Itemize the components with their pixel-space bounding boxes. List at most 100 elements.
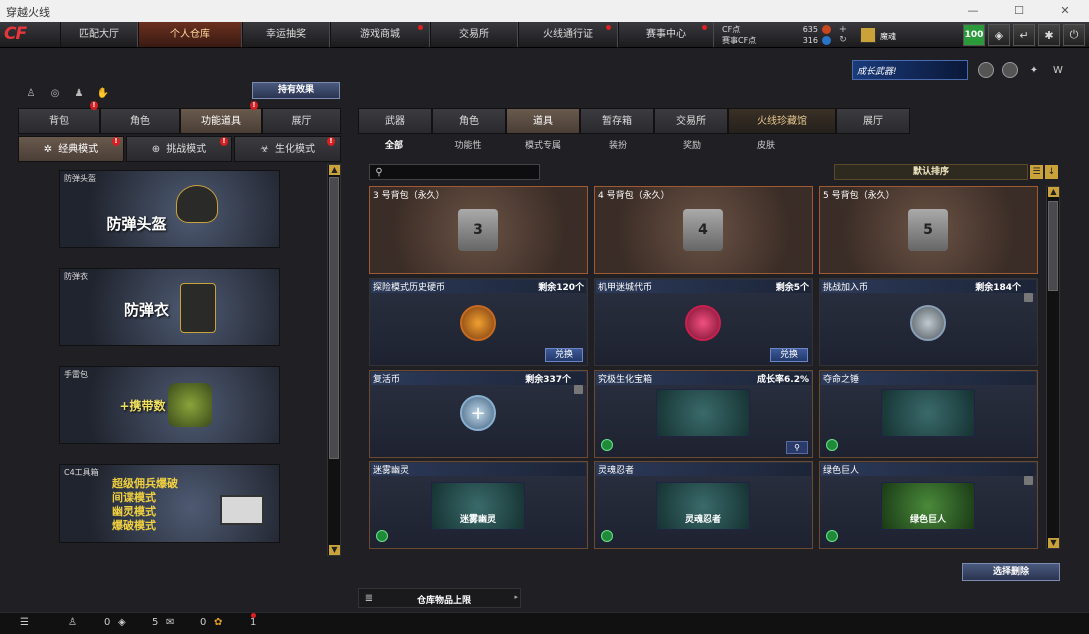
token-icon [685, 305, 721, 341]
item-remaining: 剩余184个 [975, 283, 1021, 293]
mode-classic[interactable]: ✲ 经典模式 [18, 136, 124, 162]
tab-character[interactable]: 角色 [100, 108, 180, 134]
item-card[interactable]: 4 号背包（永久） 4 [594, 186, 813, 274]
exchange-button[interactable]: 兑换 [545, 348, 583, 362]
tab-label: 匹配大厅 [79, 29, 119, 40]
scroll-down-icon[interactable]: ▼ [329, 545, 340, 555]
tab-trade[interactable]: 交易所 [654, 108, 728, 134]
user-icon[interactable]: ♟ [72, 86, 86, 100]
shield-icon[interactable]: ◈ [988, 24, 1010, 46]
scroll-up-icon[interactable]: ▲ [1048, 187, 1059, 197]
mode-challenge[interactable]: ⊕ 挑战模式 [126, 136, 232, 162]
add-icon[interactable]: + [838, 24, 848, 35]
team-icon[interactable]: ♙ [68, 617, 77, 628]
refresh-icon[interactable]: ↻ [838, 35, 848, 45]
emblem-icon[interactable]: ✦ [1026, 62, 1042, 78]
subtab-skin[interactable]: 皮肤 [746, 138, 786, 154]
tab-props[interactable]: 道具 [506, 108, 580, 134]
hand-icon[interactable]: ✋ [96, 86, 110, 100]
cf-logo[interactable]: CF [4, 24, 58, 46]
close-button[interactable]: ✕ [1042, 0, 1088, 22]
medal-icon[interactable] [1002, 62, 1018, 78]
minimize-button[interactable]: — [950, 0, 996, 22]
tab-backpack[interactable]: 背包 [18, 108, 100, 134]
item-card[interactable]: 绿色巨人 绿色巨人 [819, 461, 1038, 549]
trash-icon[interactable] [1024, 293, 1033, 302]
cycle-icon[interactable]: ◎ [48, 86, 62, 100]
tab-exhibition[interactable]: 展厅 [836, 108, 910, 134]
item-name: 究极生化宝箱 [598, 375, 653, 385]
item-card[interactable]: 夺命之锤 [819, 370, 1038, 458]
item-card[interactable]: 5 号背包（永久） 5 [819, 186, 1038, 274]
tab-event-center[interactable]: 赛事中心 [618, 22, 714, 47]
coin-icon [460, 305, 496, 341]
magnify-icon[interactable]: ⚲ [786, 441, 808, 454]
left-scrollbar[interactable]: ▲ ▼ [327, 164, 341, 556]
ghost-character-icon: 迷雾幽灵 [431, 482, 525, 530]
right-scrollbar[interactable]: ▲ ▼ [1046, 186, 1060, 549]
tab-function-items[interactable]: 功能道具 [180, 108, 262, 134]
menu-icon[interactable]: ☰ [20, 617, 29, 628]
item-card[interactable]: 机甲迷城代币 剩余5个 兑换 [594, 278, 813, 366]
tab-role[interactable]: 角色 [432, 108, 506, 134]
subtab-functional[interactable]: 功能性 [446, 138, 490, 154]
scroll-thumb[interactable] [329, 177, 339, 459]
chat-icon[interactable]: ✉ [166, 617, 174, 628]
item-card[interactable]: 究极生化宝箱 成长率6.2% ⚲ [594, 370, 813, 458]
capacity-bar[interactable]: ≣ 仓库物品上限 ▸ [358, 588, 521, 608]
tab-lucky-draw[interactable]: 幸运抽奖 [242, 22, 330, 47]
card-caption: C4工具箱 [64, 468, 99, 477]
tab-collection[interactable]: 火线珍藏馆 [728, 108, 836, 134]
power-icon[interactable]: ⏻ [1063, 24, 1085, 46]
mode-zombie[interactable]: ☣ 生化模式 [234, 136, 341, 162]
owned-effects-button[interactable]: 持有效果 [252, 82, 340, 99]
tab-match-lobby[interactable]: 匹配大厅 [60, 22, 138, 47]
gear-icon[interactable]: ✱ [1038, 24, 1060, 46]
sort-dropdown[interactable]: 默认排序 [834, 164, 1028, 180]
item-card[interactable]: 3 号背包（永久） 3 [369, 186, 588, 274]
scroll-thumb[interactable] [1048, 201, 1058, 291]
wing-icon[interactable]: W [1050, 62, 1066, 78]
c4-mode: 超级佣兵爆破 [112, 477, 178, 490]
mode-label: 生化模式 [274, 144, 315, 155]
subtab-all[interactable]: 全部 [372, 138, 416, 154]
sort-down-icon[interactable]: ↓ [1045, 165, 1058, 179]
item-card[interactable]: 复活币 剩余337个 + [369, 370, 588, 458]
gift-icon[interactable]: ✿ [214, 617, 222, 628]
tab-battle-pass[interactable]: 火线通行证 [518, 22, 618, 47]
tab-storage[interactable]: 暂存箱 [580, 108, 654, 134]
card-title: +携带数 [119, 399, 166, 413]
team-icon[interactable]: ♙ [24, 86, 38, 100]
card-vest[interactable]: 防弹衣 防弹衣 [59, 268, 280, 346]
subtab-mode-exclusive[interactable]: 模式专属 [518, 138, 568, 154]
card-grenade-pack[interactable]: 手雷包 +携带数 [59, 366, 280, 444]
tab-exchange[interactable]: 交易所 [430, 22, 518, 47]
scroll-down-icon[interactable]: ▼ [1048, 538, 1059, 548]
scroll-up-icon[interactable]: ▲ [329, 165, 340, 175]
shield-icon[interactable]: ◈ [118, 617, 126, 628]
item-card[interactable]: 迷雾幽灵 迷雾幽灵 [369, 461, 588, 549]
card-helmet[interactable]: 防弹头盔 防弹头盔 [59, 170, 280, 248]
item-card[interactable]: 探险模式历史硬币 剩余120个 兑换 [369, 278, 588, 366]
tab-personal-warehouse[interactable]: 个人仓库 [138, 22, 242, 47]
trash-icon[interactable] [1024, 476, 1033, 485]
list-view-icon[interactable]: ☰ [1030, 165, 1043, 179]
item-card[interactable]: 挑战加入币 剩余184个 [819, 278, 1038, 366]
search-input[interactable]: ⚲ [369, 164, 540, 180]
subtab-cosmetic[interactable]: 装扮 [598, 138, 638, 154]
exchange-button[interactable]: 兑换 [770, 348, 808, 362]
badge-icon[interactable] [978, 62, 994, 78]
maximize-button[interactable]: ☐ [996, 0, 1042, 22]
trash-icon[interactable] [574, 385, 583, 394]
tab-showroom[interactable]: 展厅 [262, 108, 341, 134]
card-caption: 防弹头盔 [64, 174, 96, 183]
tab-game-mall[interactable]: 游戏商城 [330, 22, 430, 47]
tab-weapon[interactable]: 武器 [358, 108, 432, 134]
card-c4-toolbox[interactable]: C4工具箱 超级佣兵爆破 间谍模式 幽灵模式 爆破模式 [59, 464, 280, 543]
growth-weapon-banner[interactable]: 成长武器! [852, 60, 968, 80]
select-delete-button[interactable]: 选择删除 [962, 563, 1060, 581]
subtab-reward[interactable]: 奖励 [672, 138, 712, 154]
item-card[interactable]: 灵魂忍者 灵魂忍者 [594, 461, 813, 549]
return-icon[interactable]: ↵ [1013, 24, 1035, 46]
item-name: 绿色巨人 [823, 466, 860, 476]
